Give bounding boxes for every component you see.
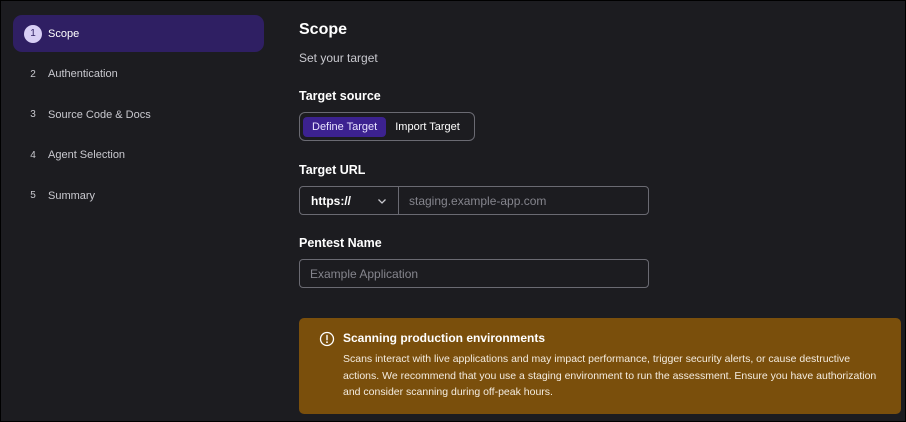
- step-number: 1: [24, 24, 42, 43]
- warning-body: Scans interact with live applications an…: [343, 353, 877, 398]
- step-number: 3: [30, 109, 36, 120]
- alert-circle-icon: [319, 331, 335, 347]
- target-url-input[interactable]: [399, 187, 648, 214]
- step-number: 4: [30, 149, 36, 161]
- step-label: Summary: [48, 189, 96, 202]
- step-summary[interactable]: 5 Summary: [13, 177, 264, 214]
- pentest-name-label: Pentest Name: [299, 236, 382, 250]
- target-source-label: Target source: [299, 89, 381, 103]
- step-label: Authentication: [48, 68, 118, 80]
- warning-content: Scanning production environments Scans i…: [343, 331, 883, 414]
- page-title: Scope: [299, 21, 348, 38]
- step-label: Scope: [48, 27, 80, 40]
- warning-banner: Scanning production environments Scans i…: [299, 318, 901, 414]
- wizard-window: 1 Scope 2 Authentication 3 Source Code &…: [1, 1, 905, 421]
- step-authentication[interactable]: 2 Authentication: [13, 56, 264, 93]
- steps-sidebar: 1 Scope 2 Authentication 3 Source Code &…: [13, 15, 264, 218]
- warning-title: Scanning production environments: [343, 331, 546, 345]
- pentest-name-field: [299, 259, 649, 288]
- target-source-toggle: Define Target Import Target: [299, 112, 475, 141]
- protocol-select[interactable]: https://: [300, 187, 399, 214]
- step-label: Source Code & Docs: [48, 108, 151, 121]
- chevron-down-icon: [378, 198, 386, 204]
- step-scope[interactable]: 1 Scope: [13, 15, 264, 52]
- page-subtitle: Set your target: [299, 51, 378, 65]
- step-source-code-docs[interactable]: 3 Source Code & Docs: [13, 96, 264, 133]
- step-label: Agent Selection: [48, 149, 126, 161]
- pentest-name-input[interactable]: [300, 260, 648, 287]
- target-url-field: https://: [299, 186, 649, 215]
- import-target-button[interactable]: Import Target: [386, 117, 469, 137]
- target-url-label: Target URL: [299, 163, 366, 177]
- step-number: 2: [30, 68, 36, 80]
- protocol-value: https://: [311, 193, 351, 208]
- step-agent-selection[interactable]: 4 Agent Selection: [13, 137, 264, 174]
- define-target-button[interactable]: Define Target: [303, 116, 387, 137]
- step-number: 5: [30, 190, 36, 201]
